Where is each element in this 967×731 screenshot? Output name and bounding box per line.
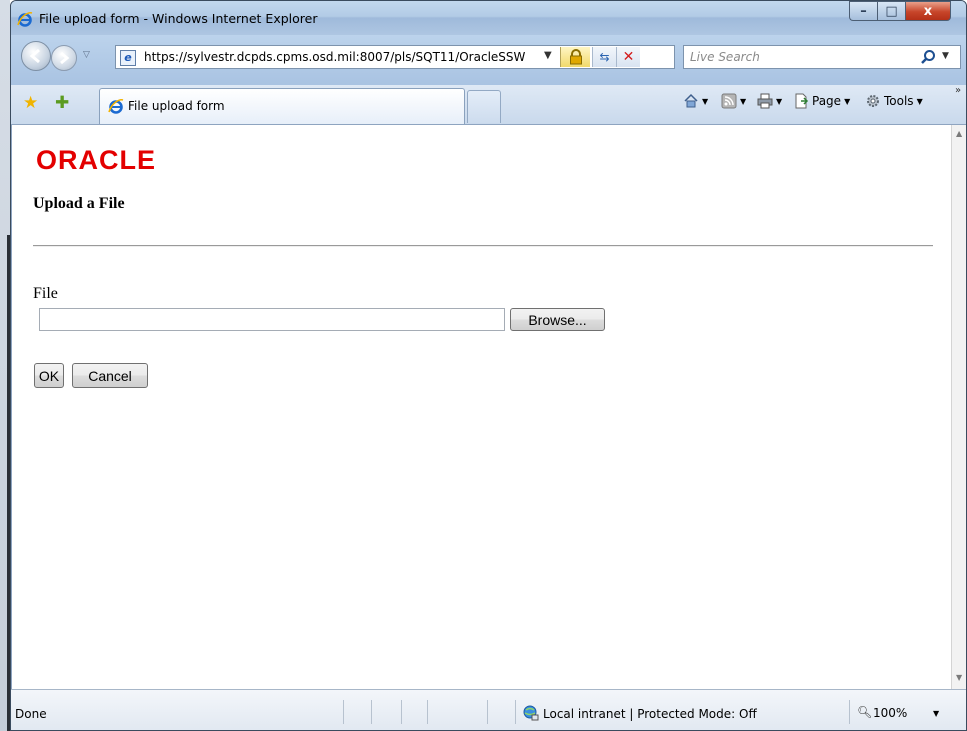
feeds-button[interactable]: ▼ [721,93,746,109]
search-box[interactable]: Live Search ▼ [683,45,961,69]
browse-button[interactable]: Browse... [510,308,605,331]
window-title: File upload form - Windows Internet Expl… [39,11,318,26]
file-path-input[interactable] [39,308,505,331]
file-label: File [33,285,58,302]
tab-ie-icon [108,99,124,114]
page-ie-icon: e [120,50,136,66]
navigation-bar: ▽ e https://sylvestr.dcpds.cpms.osd.mil:… [11,35,966,85]
forward-button[interactable] [51,45,77,71]
tab-label: File upload form [128,99,225,113]
page-heading: Upload a File [33,195,125,212]
feeds-dropdown-icon[interactable]: ▼ [740,97,746,106]
search-dropdown-icon[interactable]: ▼ [942,51,949,61]
home-dropdown-icon[interactable]: ▼ [702,97,708,106]
minimize-button[interactable]: – [849,1,877,21]
tools-dropdown-icon: ▼ [916,96,923,106]
local-intranet-icon [523,705,539,721]
divider [33,245,933,247]
ok-button[interactable]: OK [34,363,64,388]
search-placeholder[interactable]: Live Search [690,50,760,64]
ie-logo-icon [17,12,33,27]
security-zone-text[interactable]: Local intranet | Protected Mode: Off [543,707,757,721]
address-dropdown-icon[interactable]: ▼ [544,50,552,61]
tools-menu-label: Tools [884,94,914,108]
gear-icon [867,95,879,107]
page-menu-label: Page [812,94,842,108]
page-dropdown-icon: ▼ [844,96,851,106]
zoom-level[interactable]: 100% [873,706,907,720]
back-button[interactable] [21,41,51,71]
page-content: ORACLE Upload a File File Browse... OK C… [11,125,951,689]
home-button[interactable]: ▼ [683,93,708,109]
lock-icon [569,49,582,65]
oracle-logo: ORACLE [36,145,156,175]
zoom-icon[interactable]: 🔍︎ [857,705,872,719]
zoom-dropdown-icon[interactable]: ▼ [933,709,939,718]
print-button[interactable]: ▼ [757,93,782,109]
stop-icon[interactable]: ✕ [616,47,640,67]
maximize-button[interactable]: □ [877,1,905,21]
security-lock-icon[interactable] [560,47,590,67]
status-divider [401,700,402,724]
back-arrow-icon [29,48,40,64]
printer-icon [757,93,773,109]
scroll-up-arrow-icon[interactable]: ▲ [956,129,962,138]
vertical-scrollbar[interactable]: ▲ ▼ [951,125,966,689]
tools-menu[interactable]: Tools ▼ [865,93,923,109]
status-divider [371,700,372,724]
recent-pages-dropdown-icon[interactable]: ▽ [83,50,90,60]
address-bar[interactable]: e https://sylvestr.dcpds.cpms.osd.mil:80… [115,45,675,69]
refresh-icon[interactable]: ⇆ [592,47,616,67]
search-icon[interactable] [920,49,936,65]
scroll-down-arrow-icon[interactable]: ▼ [956,673,962,682]
status-divider [515,700,516,724]
address-url[interactable]: https://sylvestr.dcpds.cpms.osd.mil:8007… [144,50,525,64]
status-bar: Done Local intranet | Protected Mode: Of… [11,689,966,730]
print-dropdown-icon[interactable]: ▼ [776,97,782,106]
page-icon [795,93,809,109]
command-overflow-icon[interactable]: » [955,85,961,96]
status-divider [487,700,488,724]
tab-file-upload-form[interactable]: File upload form [99,88,465,124]
page-menu[interactable]: Page ▼ [793,93,850,109]
tab-bar: ★ ✚ File upload form ▼ ▼ ▼ Page ▼ Tools … [11,85,966,125]
home-icon [684,93,698,108]
browser-window: File upload form - Windows Internet Expl… [10,0,967,731]
add-to-favorites-icon[interactable]: ✚ [55,93,69,113]
new-tab-button[interactable] [467,90,501,123]
forward-arrow-icon [60,51,70,65]
title-bar[interactable]: File upload form - Windows Internet Expl… [11,1,966,35]
status-text: Done [15,707,47,721]
favorites-center-icon[interactable]: ★ [23,93,38,113]
status-divider [343,700,344,724]
close-button[interactable]: x [905,1,951,21]
feeds-icon [721,93,737,109]
cancel-button[interactable]: Cancel [72,363,148,388]
status-divider [849,700,850,724]
status-divider [427,700,428,724]
